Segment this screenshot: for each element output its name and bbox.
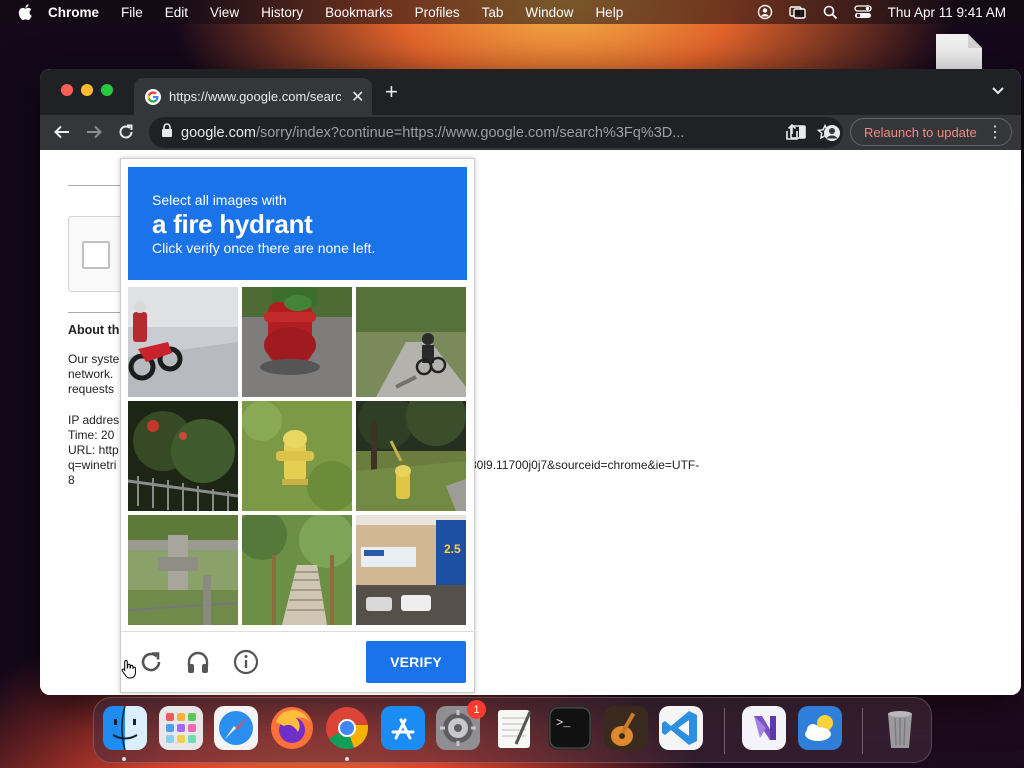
textedit-icon[interactable] xyxy=(492,706,536,750)
request-details: IP addres Time: 20 URL: http q=winetri 8 xyxy=(68,413,120,487)
firefox-icon[interactable] xyxy=(270,706,314,750)
challenge-instruction: Select all images with xyxy=(152,192,287,208)
relaunch-label: Relaunch to update xyxy=(864,124,977,140)
menu-window[interactable]: Window xyxy=(525,5,573,20)
safari-icon[interactable] xyxy=(214,706,258,750)
verify-button[interactable]: VERIFY xyxy=(366,641,466,683)
window-controls xyxy=(61,84,113,96)
dock-separator xyxy=(862,708,863,754)
garageband-icon[interactable] xyxy=(604,706,648,750)
url-text[interactable]: google.com/sorry/index?continue=https://… xyxy=(181,125,703,141)
address-bar[interactable]: google.com/sorry/index?continue=https://… xyxy=(149,117,843,148)
apple-icon[interactable] xyxy=(18,4,34,20)
image-tile-red-hydrant[interactable] xyxy=(242,287,352,397)
tab-close-icon[interactable]: ✕ xyxy=(351,87,364,107)
profile-avatar-icon[interactable] xyxy=(823,124,841,147)
image-tile-yellow-hydrant-tree[interactable] xyxy=(356,401,466,511)
url-path: /sorry/index?continue=https://www.google… xyxy=(255,124,685,141)
svg-text:>_: >_ xyxy=(556,716,571,730)
audio-challenge-headphones-icon[interactable] xyxy=(185,649,211,680)
desktop-file-icon[interactable] xyxy=(936,34,982,70)
recaptcha-challenge: Select all images with a fire hydrant Cl… xyxy=(120,158,476,693)
menu-bookmarks[interactable]: Bookmarks xyxy=(325,5,393,20)
menu-bar: Chrome File Edit View History Bookmarks … xyxy=(0,0,1024,24)
more-menu-icon[interactable]: ⋮ xyxy=(987,122,1003,142)
menu-file[interactable]: File xyxy=(121,5,143,20)
reload-icon[interactable] xyxy=(117,123,135,146)
image-tile-motorcycle[interactable] xyxy=(128,287,238,397)
spotlight-search-icon[interactable] xyxy=(823,5,838,20)
notification-badge: 1 xyxy=(467,700,486,719)
menu-help[interactable]: Help xyxy=(595,5,623,20)
chrome-icon[interactable] xyxy=(325,706,369,750)
url-host: google.com xyxy=(181,124,256,141)
side-panel-icon[interactable] xyxy=(790,125,806,144)
dock: >_ xyxy=(93,697,932,763)
menu-profiles[interactable]: Profiles xyxy=(415,5,460,20)
zoom-window-button[interactable] xyxy=(101,84,113,96)
vscode-icon[interactable] xyxy=(659,706,703,750)
new-tab-button[interactable]: + xyxy=(385,81,398,103)
app-store-icon[interactable] xyxy=(381,706,425,750)
info-paragraph: Our syste network. requests xyxy=(68,352,120,396)
visual-studio-icon[interactable] xyxy=(742,706,786,750)
challenge-banner: Select all images with a fire hydrant Cl… xyxy=(128,167,467,280)
image-tile-cyclist[interactable] xyxy=(356,287,466,397)
lock-icon[interactable] xyxy=(161,123,173,142)
google-favicon-icon xyxy=(145,88,161,105)
menu-history[interactable]: History xyxy=(261,5,303,20)
challenge-target: a fire hydrant xyxy=(152,209,313,239)
menu-tab[interactable]: Tab xyxy=(482,5,504,20)
menu-app-name[interactable]: Chrome xyxy=(48,5,99,20)
toolbar: google.com/sorry/index?continue=https://… xyxy=(40,115,1021,150)
divider xyxy=(68,185,128,186)
launchpad-icon[interactable] xyxy=(159,706,203,750)
svg-text:2.5: 2.5 xyxy=(444,542,461,556)
request-url-tail: 30l9.11700j0j7&sourceid=chrome&ie=UTF- xyxy=(470,458,700,472)
recaptcha-checkbox[interactable] xyxy=(82,241,110,269)
divider xyxy=(68,312,128,313)
trash-icon[interactable] xyxy=(878,706,922,750)
challenge-subtext: Click verify once there are none left. xyxy=(152,240,376,256)
image-tile-storefront[interactable]: 2.5 xyxy=(356,515,466,625)
close-window-button[interactable] xyxy=(61,84,73,96)
chrome-running-dot xyxy=(345,757,349,761)
menubar-clock[interactable]: Thu Apr 11 9:41 AM xyxy=(888,5,1006,20)
image-tile-bridge-pillar[interactable] xyxy=(128,515,238,625)
tab-search-chevron-icon[interactable] xyxy=(991,83,1005,101)
image-tile-shrubs-fence[interactable] xyxy=(128,401,238,511)
help-info-icon[interactable] xyxy=(233,649,259,680)
image-tile-stairs[interactable] xyxy=(242,515,352,625)
menu-edit[interactable]: Edit xyxy=(165,5,188,20)
minimize-window-button[interactable] xyxy=(81,84,93,96)
image-grid: 2.5 xyxy=(128,287,466,625)
footer-divider xyxy=(121,631,476,632)
terminal-icon[interactable]: >_ xyxy=(548,706,592,750)
tab-title: https://www.google.com/search? xyxy=(169,89,341,104)
menu-view[interactable]: View xyxy=(210,5,239,20)
about-heading: About th xyxy=(68,323,120,337)
user-account-icon[interactable] xyxy=(757,4,773,20)
finder-icon[interactable] xyxy=(103,706,147,750)
relaunch-to-update-button[interactable]: Relaunch to update ⋮ xyxy=(850,118,1012,146)
control-center-icon[interactable] xyxy=(854,5,872,19)
forward-arrow-icon[interactable] xyxy=(85,123,103,146)
screen-mirroring-icon[interactable] xyxy=(788,4,807,20)
hand-cursor-icon xyxy=(121,659,137,684)
back-arrow-icon[interactable] xyxy=(53,123,71,146)
tab-strip: https://www.google.com/search? ✕ + xyxy=(40,69,1021,115)
weather-icon[interactable] xyxy=(798,706,842,750)
recaptcha-checkbox-frame xyxy=(68,216,128,292)
image-tile-yellow-hydrant-grass[interactable] xyxy=(242,401,352,511)
dock-separator xyxy=(724,708,725,754)
finder-running-dot xyxy=(122,757,126,761)
tab-google-search[interactable]: https://www.google.com/search? ✕ xyxy=(134,78,372,115)
reload-challenge-icon[interactable] xyxy=(138,649,164,680)
